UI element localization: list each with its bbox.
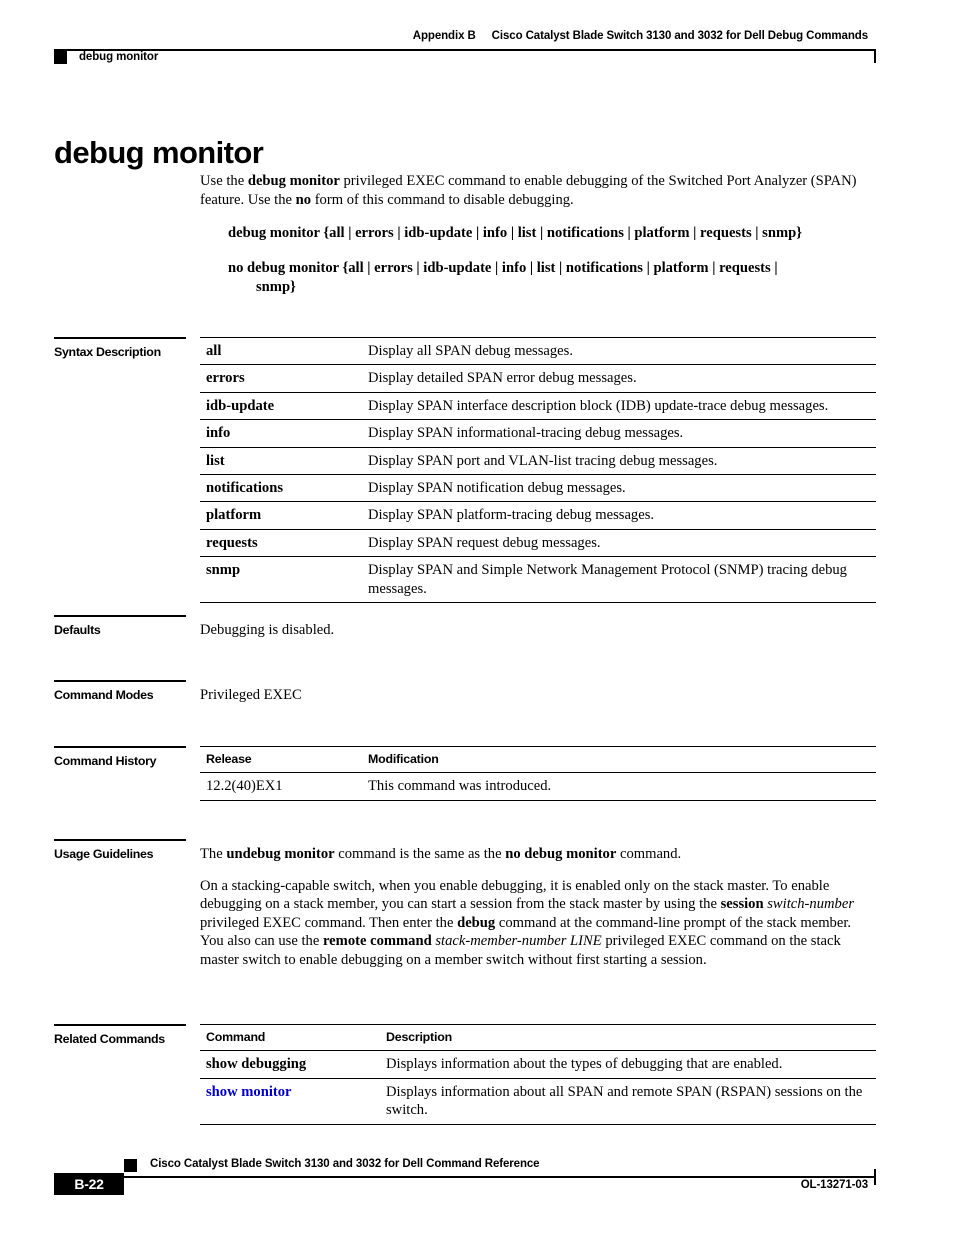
table-row: show monitor Displays information about … — [200, 1078, 876, 1125]
usage-paragraph-2: On a stacking-capable switch, when you e… — [200, 877, 876, 970]
usage-guidelines-content: The undebug monitor command is the same … — [200, 845, 876, 970]
table-header-row: Release Modification — [200, 745, 876, 774]
column-header-command: Command — [200, 1023, 380, 1052]
defaults-content: Debugging is disabled. — [200, 621, 876, 640]
table-row: show debugging Displays information abou… — [200, 1050, 876, 1079]
usage-p1-text-3: command. — [616, 846, 682, 862]
syntax-description: Display SPAN and Simple Network Manageme… — [362, 556, 876, 604]
section-label-related-commands: Related Commands — [54, 1024, 186, 1047]
table-row: snmp Display SPAN and Simple Network Man… — [200, 556, 876, 604]
syntax-description: Display SPAN notification debug messages… — [362, 474, 876, 503]
usage-p2-text-2: privileged EXEC command. Then enter the — [200, 914, 458, 931]
footer-page-number: B-22 — [74, 1176, 104, 1192]
column-header-modification: Modification — [362, 745, 876, 774]
header-title-line: Appendix B Cisco Catalyst Blade Switch 31… — [413, 30, 868, 42]
related-command-description: Displays information about the types of … — [380, 1050, 876, 1079]
usage-p2-italic-stack-member-number: stack-member-number LINE — [435, 933, 602, 950]
footer-rule — [54, 1176, 876, 1178]
syntax-keyword: platform — [200, 501, 362, 530]
document-page: Appendix B Cisco Catalyst Blade Switch 31… — [0, 0, 954, 1235]
syntax-keyword: idb-update — [200, 392, 362, 421]
usage-p1-bold-1: undebug monitor — [226, 846, 335, 862]
intro-bold-2: no — [295, 191, 312, 208]
syntax-keyword: all — [200, 336, 362, 366]
usage-paragraph-1: The undebug monitor command is the same … — [200, 845, 876, 864]
syntax-line-2-main: no debug monitor {all | errors | idb-upd… — [228, 260, 778, 276]
usage-p1-bold-2: no debug monitor — [505, 846, 617, 862]
related-command-description: Displays information about all SPAN and … — [380, 1078, 876, 1125]
syntax-line-2-continuation: snmp} — [256, 279, 296, 295]
footer-end-tick — [874, 1169, 876, 1185]
syntax-keyword: errors — [200, 364, 362, 393]
table-row: all Display all SPAN debug messages. — [200, 336, 876, 366]
usage-p1-text-2: command is the same as the — [334, 846, 506, 862]
table-row: list Display SPAN port and VLAN-list tra… — [200, 447, 876, 476]
syntax-description: Display detailed SPAN error debug messag… — [362, 364, 876, 393]
intro-bold-1: debug monitor — [247, 173, 340, 189]
command-modes-text: Privileged EXEC — [200, 687, 302, 703]
syntax-description: Display SPAN interface description block… — [362, 392, 876, 421]
usage-p2-bold-debug: debug — [457, 914, 496, 931]
syntax-keyword: requests — [200, 529, 362, 558]
related-command-link-show-monitor[interactable]: show monitor — [206, 1084, 292, 1100]
table-row: idb-update Display SPAN interface descri… — [200, 392, 876, 421]
footer-bullet-square-icon — [124, 1159, 137, 1172]
syntax-keyword: snmp — [200, 556, 362, 604]
section-label-defaults: Defaults — [54, 615, 186, 638]
table-row: platform Display SPAN platform-tracing d… — [200, 501, 876, 530]
syntax-description: Display SPAN request debug messages. — [362, 529, 876, 558]
header-rule — [54, 49, 876, 51]
usage-p1-text-1: The — [200, 846, 227, 862]
page-header: Appendix B Cisco Catalyst Blade Switch 31… — [54, 30, 876, 70]
table-row: notifications Display SPAN notification … — [200, 474, 876, 503]
defaults-text: Debugging is disabled. — [200, 622, 335, 638]
related-command-name: show debugging — [200, 1050, 380, 1079]
section-label-syntax-description: Syntax Description — [54, 337, 186, 360]
footer-document-id: OL-13271-03 — [800, 1179, 868, 1191]
section-label-command-history: Command History — [54, 746, 186, 769]
syntax-keyword: notifications — [200, 474, 362, 503]
header-bullet-square-icon — [54, 51, 67, 64]
syntax-description: Display all SPAN debug messages. — [362, 336, 876, 366]
section-label-usage-guidelines: Usage Guidelines — [54, 839, 186, 862]
syntax-description: Display SPAN platform-tracing debug mess… — [362, 501, 876, 530]
release-value: 12.2(40)EX1 — [200, 772, 362, 801]
intro-paragraph: Use the debug monitor privileged EXEC co… — [200, 172, 876, 209]
syntax-keyword: list — [200, 447, 362, 476]
syntax-description: Display SPAN port and VLAN-list tracing … — [362, 447, 876, 476]
table-row: errors Display detailed SPAN error debug… — [200, 364, 876, 393]
footer-book-title: Cisco Catalyst Blade Switch 3130 and 303… — [150, 1158, 540, 1170]
header-appendix: Appendix B — [412, 30, 476, 42]
syntax-description-table: all Display all SPAN debug messages. err… — [200, 336, 876, 604]
intro-text-3: form of this command to disable debuggin… — [311, 191, 574, 208]
header-book-title: Cisco Catalyst Blade Switch 3130 and 303… — [491, 30, 868, 42]
table-row: info Display SPAN informational-tracing … — [200, 419, 876, 448]
usage-p2-bold-session: session — [720, 896, 764, 913]
syntax-description: Display SPAN informational-tracing debug… — [362, 419, 876, 448]
page-title: debug monitor — [54, 134, 264, 170]
header-end-tick — [874, 49, 876, 63]
header-running-head: debug monitor — [79, 51, 159, 63]
section-label-command-modes: Command Modes — [54, 680, 186, 703]
syntax-keyword: info — [200, 419, 362, 448]
syntax-line-2: no debug monitor {all | errors | idb-upd… — [228, 259, 888, 297]
column-header-release: Release — [200, 745, 362, 774]
table-row: requests Display SPAN request debug mess… — [200, 529, 876, 558]
page-footer: Cisco Catalyst Blade Switch 3130 and 303… — [54, 1155, 876, 1215]
related-commands-table: Command Description show debugging Displ… — [200, 1023, 876, 1125]
command-history-table: Release Modification 12.2(40)EX1 This co… — [200, 745, 876, 801]
table-header-row: Command Description — [200, 1023, 876, 1052]
table-row: 12.2(40)EX1 This command was introduced. — [200, 772, 876, 801]
modification-value: This command was introduced. — [362, 772, 876, 801]
column-header-description: Description — [380, 1023, 876, 1052]
syntax-line-1: debug monitor {all | errors | idb-update… — [228, 225, 802, 241]
command-modes-content: Privileged EXEC — [200, 686, 876, 705]
usage-p2-bold-remote-command: remote command — [322, 933, 432, 950]
intro-text-1: Use the — [200, 173, 248, 189]
usage-p2-italic-switch-number: switch-number — [767, 896, 854, 913]
